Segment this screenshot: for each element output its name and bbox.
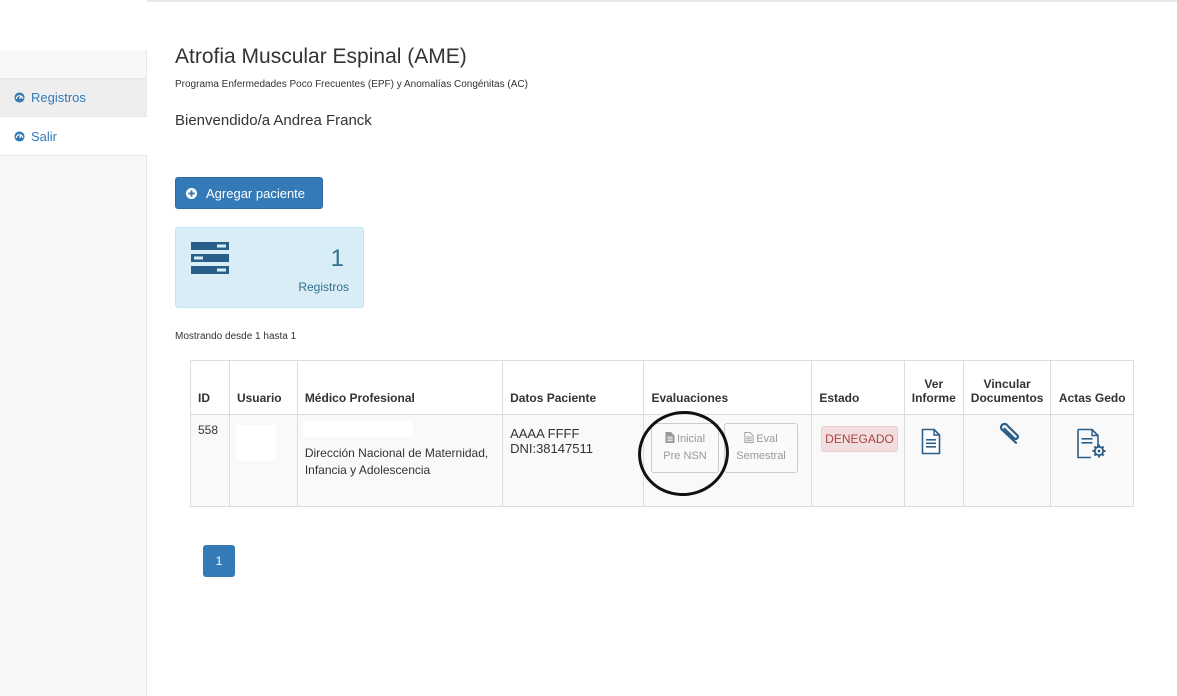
page-title: Atrofia Muscular Espinal (AME) (175, 45, 467, 68)
eval-inicial-label-2: Pre NSN (663, 450, 707, 462)
sidebar-item-registros[interactable]: Registros (0, 78, 147, 117)
redacted-medico-name (303, 421, 413, 437)
table-header-row: ID Usuario Médico Profesional Datos Paci… (190, 360, 1134, 415)
redacted-usuario (236, 425, 276, 461)
sidebar-item-label: Registros (31, 90, 86, 105)
col-ver-informe: Ver Informe (903, 360, 964, 415)
cell-id: 558 (190, 414, 230, 507)
col-medico: Médico Profesional (296, 360, 504, 415)
dashboard-icon (14, 130, 25, 142)
link-documents-button[interactable] (994, 422, 1020, 450)
col-datos-paciente: Datos Paciente (502, 360, 645, 415)
patient-name: AAAA FFFF (510, 426, 580, 441)
cell-datos-paciente: AAAA FFFF DNI:38147511 (502, 414, 645, 507)
eval-semestral-label-1: Eval (756, 433, 778, 445)
col-actas-gedo: Actas Gedo (1050, 360, 1134, 415)
paperclip-icon (999, 422, 1019, 444)
server-stack-icon (191, 242, 229, 274)
sidebar-item-label: Salir (31, 128, 58, 144)
registros-stat-box: 1 Registros (175, 227, 364, 308)
eval-inicial-label-1: Inicial (676, 433, 706, 445)
sidebar: Registros Salir (0, 0, 147, 696)
eval-semestral-button[interactable]: Eval Semestral (724, 423, 798, 473)
col-usuario: Usuario (228, 360, 298, 415)
pagination-info: Mostrando desde 1 hasta 1 (175, 331, 297, 342)
document-settings-icon (1077, 428, 1106, 459)
stat-label: Registros (298, 280, 349, 294)
col-vincular-documentos: Vincular Documentos (962, 360, 1052, 415)
page-subtitle: Programa Enfermedades Poco Frecuentes (E… (175, 79, 528, 90)
file-icon (665, 432, 675, 443)
top-divider (0, 0, 1177, 2)
eval-semestral-label-2: Semestral (736, 450, 786, 462)
status-badge: DENEGADO (821, 426, 898, 452)
col-estado: Estado (811, 360, 905, 415)
dashboard-icon (14, 92, 25, 103)
sidebar-header (0, 0, 147, 50)
eval-inicial-button[interactable]: Inicial Pre NSN (651, 423, 719, 473)
col-evaluaciones: Evaluaciones (643, 360, 813, 415)
stat-count: 1 (330, 245, 344, 272)
sidebar-item-salir[interactable]: Salir (0, 117, 147, 156)
view-report-button[interactable] (921, 428, 941, 455)
add-patient-button[interactable]: Agregar paciente (175, 177, 323, 209)
pagination-page-1[interactable]: 1 (203, 545, 235, 577)
col-id: ID (190, 360, 230, 415)
actas-gedo-button[interactable] (1076, 428, 1108, 460)
plus-circle-icon (186, 187, 197, 199)
file-text-icon (744, 432, 754, 443)
document-icon (921, 428, 941, 455)
welcome-message: Bienvendido/a Andrea Franck (175, 112, 372, 129)
patient-dni: DNI:38147511 (510, 441, 593, 456)
add-patient-label: Agregar paciente (206, 185, 306, 201)
